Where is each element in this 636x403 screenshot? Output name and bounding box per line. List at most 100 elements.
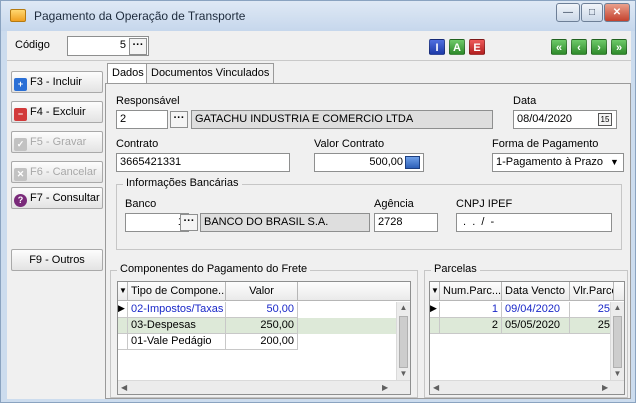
scroll-right-icon[interactable]: ▶ — [382, 383, 388, 392]
table-row[interactable]: ▶ 02-Impostos/Taxas 50,00 — [118, 302, 410, 318]
table-row[interactable]: 2 05/05/2020 25 — [430, 318, 624, 334]
chevron-down-icon[interactable]: ▼ — [607, 155, 622, 170]
contrato-label: Contrato — [116, 138, 159, 150]
parcelas-grid: ▼ Num.Parc... Data Vencto Vlr.Parce ▶ 1 … — [429, 281, 625, 395]
num-cell[interactable]: 1 — [440, 302, 502, 318]
responsavel-lookup-button[interactable]: ··· — [170, 111, 188, 128]
prev-record-icon[interactable]: ‹ — [571, 39, 587, 55]
col-data-vencto-header[interactable]: Data Vencto — [502, 282, 570, 301]
column-menu-icon[interactable]: ▼ — [118, 282, 128, 301]
tab-panel: Dados Documentos Vinculados Responsável … — [105, 63, 631, 399]
banco-label: Banco — [125, 198, 157, 210]
calendar-icon[interactable]: 15 — [598, 113, 612, 126]
col-tipo-header[interactable]: Tipo de Compone... — [128, 282, 226, 301]
incluir-label: F3 - Incluir — [30, 76, 82, 88]
cancelar-button[interactable]: ✕ F6 - Cancelar — [11, 161, 103, 183]
agencia-label: Agência — [374, 198, 414, 210]
last-record-icon[interactable]: » — [611, 39, 627, 55]
col-num-parcela-header[interactable]: Num.Parc... — [440, 282, 502, 301]
scroll-down-icon[interactable]: ▼ — [611, 369, 624, 378]
componentes-vertical-scrollbar[interactable]: ▲ ▼ — [396, 302, 410, 380]
row-indicator — [118, 318, 128, 334]
calculator-icon[interactable] — [405, 156, 420, 169]
scroll-thumb[interactable] — [399, 316, 408, 368]
first-record-icon[interactable]: « — [551, 39, 567, 55]
current-row-icon: ▶ — [118, 302, 128, 318]
componentes-horizontal-scrollbar[interactable]: ◀ ▶ — [118, 380, 410, 394]
erase-icon[interactable]: E — [469, 39, 485, 55]
parcelas-horizontal-scrollbar[interactable]: ◀ ▶ — [430, 380, 624, 394]
main-window: Pagamento da Operação de Transporte — □ … — [0, 0, 636, 403]
scroll-up-icon[interactable]: ▲ — [397, 303, 410, 312]
maximize-button[interactable]: □ — [581, 3, 603, 22]
minus-icon: − — [14, 108, 27, 121]
cnpj-field[interactable]: . . / - — [456, 213, 612, 232]
scroll-down-icon[interactable]: ▼ — [397, 369, 410, 378]
x-icon: ✕ — [14, 168, 27, 181]
tipo-cell[interactable]: 03-Despesas — [128, 318, 226, 334]
consultar-button[interactable]: ? F7 - Consultar — [11, 187, 103, 209]
outros-button[interactable]: F9 - Outros — [11, 249, 103, 271]
column-menu-icon[interactable]: ▼ — [430, 282, 440, 301]
bank-group-title: Informações Bancárias — [123, 177, 242, 189]
valor-cell[interactable]: 200,00 — [226, 334, 298, 350]
data-cell[interactable]: 09/04/2020 — [502, 302, 570, 318]
forma-pagamento-label: Forma de Pagamento — [492, 138, 599, 150]
num-cell[interactable]: 2 — [440, 318, 502, 334]
cnpj-label: CNPJ IPEF — [456, 198, 513, 210]
client-area: Código 5 ··· I A E « ‹ › » + F3 - Incluir… — [7, 31, 631, 399]
responsavel-code-field[interactable]: 2 — [116, 110, 168, 129]
tab-dados[interactable]: Dados — [107, 63, 149, 83]
table-row[interactable]: 03-Despesas 250,00 — [118, 318, 410, 334]
valor-cell[interactable]: 25 — [570, 318, 614, 334]
responsavel-name-field: GATACHU INDUSTRIA E COMERCIO LTDA — [191, 110, 493, 129]
parcelas-group-title: Parcelas — [431, 263, 480, 275]
col-valor-header[interactable]: Valor — [226, 282, 298, 301]
scroll-up-icon[interactable]: ▲ — [611, 303, 624, 312]
dados-page: Responsável 2 ··· GATACHU INDUSTRIA E CO… — [105, 83, 631, 399]
gravar-label: F5 - Gravar — [30, 136, 87, 148]
next-record-icon[interactable]: › — [591, 39, 607, 55]
title-bar: Pagamento da Operação de Transporte — □ … — [1, 1, 635, 31]
alter-icon[interactable]: A — [449, 39, 465, 55]
valor-cell[interactable]: 50,00 — [226, 302, 298, 318]
responsavel-label: Responsável — [116, 95, 180, 107]
info-icon[interactable]: I — [429, 39, 445, 55]
scroll-left-icon[interactable]: ◀ — [121, 383, 127, 392]
window-title: Pagamento da Operação de Transporte — [34, 9, 246, 23]
consultar-label: F7 - Consultar — [30, 192, 100, 204]
contrato-field[interactable]: 3665421331 — [116, 153, 290, 172]
tipo-cell[interactable]: 02-Impostos/Taxas — [128, 302, 226, 318]
forma-pagamento-select[interactable]: 1-Pagamento à Prazo — [492, 153, 624, 172]
scroll-right-icon[interactable]: ▶ — [602, 383, 608, 392]
app-icon — [10, 9, 26, 22]
table-row[interactable]: 01-Vale Pedágio 200,00 — [118, 334, 410, 350]
parcelas-vertical-scrollbar[interactable]: ▲ ▼ — [610, 302, 624, 380]
componentes-grid-header: ▼ Tipo de Compone... Valor — [118, 282, 410, 301]
tipo-cell[interactable]: 01-Vale Pedágio — [128, 334, 226, 350]
table-row[interactable]: ▶ 1 09/04/2020 25 — [430, 302, 624, 318]
row-indicator — [118, 334, 128, 350]
banco-lookup-button[interactable]: ··· — [180, 214, 198, 231]
codigo-label: Código — [15, 39, 50, 51]
scroll-left-icon[interactable]: ◀ — [433, 383, 439, 392]
question-icon: ? — [14, 194, 27, 207]
data-cell[interactable]: 05/05/2020 — [502, 318, 570, 334]
codigo-lookup-button[interactable]: ··· — [129, 38, 147, 55]
data-label: Data — [513, 95, 537, 107]
minimize-button[interactable]: — — [556, 3, 580, 22]
tab-documentos-vinculados[interactable]: Documentos Vinculados — [146, 63, 275, 83]
col-valor-parcela-header[interactable]: Vlr.Parce — [570, 282, 614, 301]
parcelas-group: Parcelas ▼ Num.Parc... Data Vencto Vlr.P… — [424, 263, 628, 398]
valor-cell[interactable]: 25 — [570, 302, 614, 318]
parcelas-grid-header: ▼ Num.Parc... Data Vencto Vlr.Parce — [430, 282, 624, 301]
close-button[interactable]: ✕ — [604, 3, 630, 22]
incluir-button[interactable]: + F3 - Incluir — [11, 71, 103, 93]
scroll-thumb[interactable] — [613, 316, 622, 368]
agencia-field[interactable]: 2728 — [374, 213, 438, 232]
componentes-grid: ▼ Tipo de Compone... Valor ▶ 02-Impostos… — [117, 281, 411, 395]
excluir-button[interactable]: − F4 - Excluir — [11, 101, 103, 123]
valor-cell[interactable]: 250,00 — [226, 318, 298, 334]
row-indicator — [430, 318, 440, 334]
gravar-button[interactable]: ✓ F5 - Gravar — [11, 131, 103, 153]
